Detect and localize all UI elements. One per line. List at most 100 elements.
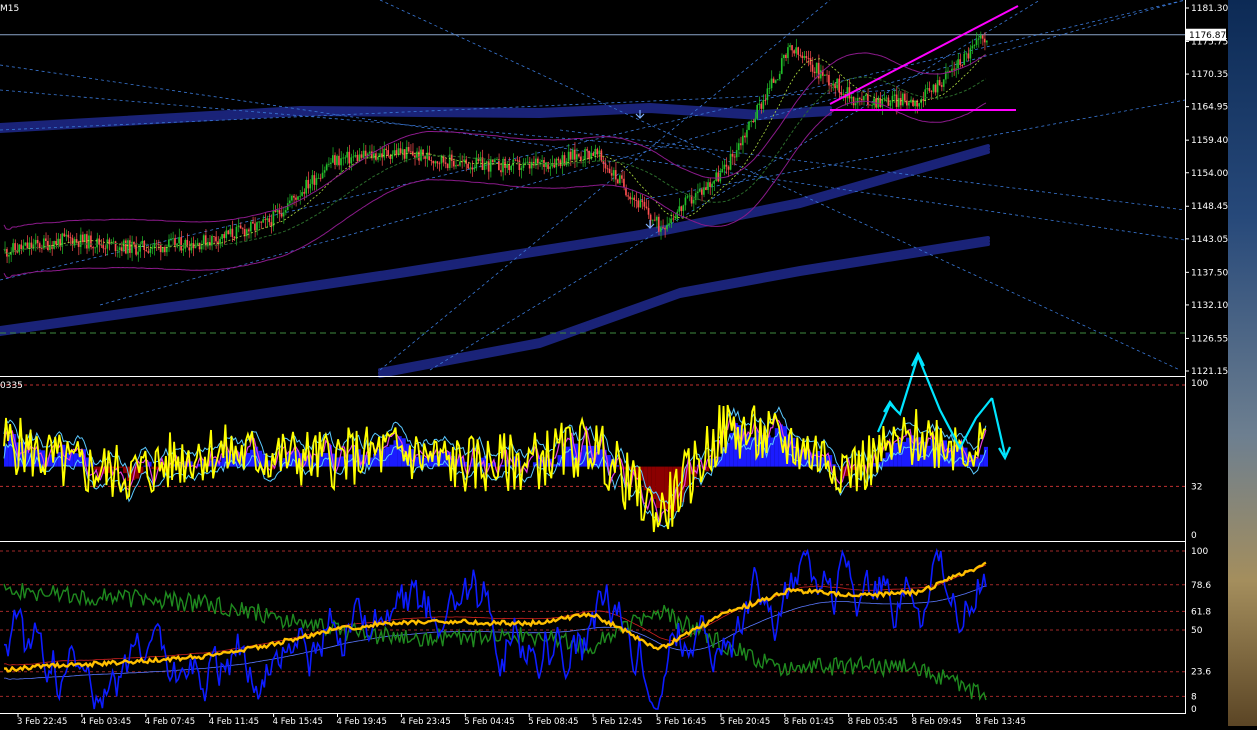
time-tick-label: 4 Feb 11:45 (209, 717, 259, 726)
osc-signal-lower (4, 432, 986, 528)
candle-body (324, 170, 326, 173)
candle-body (213, 236, 215, 237)
ind-tick-label: 0 (1191, 705, 1197, 715)
candle-body (346, 152, 348, 158)
candle-body (320, 178, 322, 179)
candle-body (931, 91, 933, 92)
histogram-bar (984, 447, 988, 467)
candle-body (80, 235, 82, 247)
candle-body (644, 202, 646, 207)
ind-tick-label: 78.6 (1191, 581, 1211, 591)
candle-body (853, 97, 855, 105)
candle-body (697, 192, 699, 194)
candle-body (957, 59, 959, 68)
candle-body (281, 214, 283, 217)
candle-body (717, 172, 719, 181)
candle-body (627, 195, 629, 196)
candle-body (145, 250, 147, 251)
ind-tick-label: 61.8 (1191, 607, 1211, 617)
candle-body (137, 252, 139, 255)
candle-body (340, 158, 342, 165)
candle-body (906, 101, 908, 106)
candle-body (574, 150, 576, 160)
candle-body (927, 88, 929, 89)
candle-body (133, 242, 135, 245)
candle-body (510, 166, 512, 170)
candle-body (555, 159, 557, 168)
candle-body (254, 224, 256, 231)
osc-indicator-label: 0335 (0, 381, 23, 391)
time-tick-label: 5 Feb 16:45 (656, 717, 706, 726)
candle-body (744, 136, 746, 138)
candle-body (332, 155, 334, 162)
candle-body (787, 47, 789, 58)
candle-body (918, 103, 920, 106)
candle-body (771, 79, 773, 89)
chart-svg[interactable]: M15 0335 1181.301175.751170.351164.95115… (0, 0, 1257, 726)
indicator-panel (0, 551, 1185, 709)
candle-body (260, 222, 262, 223)
candle-body (14, 243, 16, 250)
candle-body (404, 149, 406, 159)
candle-body (490, 159, 492, 171)
candle-body (824, 75, 826, 76)
candle-body (959, 59, 961, 65)
candle-body (55, 241, 57, 245)
candle-body (223, 234, 225, 238)
candle-body (158, 244, 160, 245)
candle-body (422, 150, 424, 156)
candle-body (143, 241, 145, 250)
candle-body (549, 166, 551, 169)
candle-body (631, 198, 633, 200)
candle-body (451, 155, 453, 161)
candle-body (100, 245, 102, 246)
candle-body (381, 153, 383, 157)
candle-body (812, 65, 814, 72)
candle-body (506, 164, 508, 168)
candle-body (842, 94, 844, 95)
candle-body (316, 178, 318, 185)
candle-body (678, 206, 680, 211)
candle-body (221, 234, 223, 239)
candle-body (789, 45, 791, 47)
candle-body (943, 79, 945, 86)
candle-body (695, 193, 697, 200)
time-tick-label: 4 Feb 19:45 (337, 717, 387, 726)
candle-body (236, 227, 238, 238)
candle-body (47, 241, 49, 250)
candle-body (414, 155, 416, 157)
candle-body (88, 235, 90, 248)
candle-body (377, 157, 379, 160)
candle-body (63, 233, 65, 236)
candle-body (160, 244, 162, 252)
candle-body (607, 168, 609, 169)
time-tick-label: 5 Feb 12:45 (592, 717, 642, 726)
candle-body (623, 179, 625, 188)
candle-body (935, 85, 937, 93)
candle-body (863, 96, 865, 100)
candle-body (355, 155, 357, 157)
candle-body (748, 122, 750, 130)
candle-body (613, 170, 615, 176)
candle-body (295, 198, 297, 200)
chart-area[interactable]: M15 0335 1181.301175.751170.351164.95115… (0, 0, 1257, 726)
candle-body (617, 179, 619, 183)
candle-body (592, 153, 594, 156)
candle-body (924, 89, 926, 100)
candle-body (937, 80, 939, 92)
candle-body (170, 239, 172, 240)
candle-body (117, 250, 119, 251)
candle-body (750, 121, 752, 122)
candle-body (902, 94, 904, 106)
candle-body (457, 165, 459, 166)
candle-body (469, 168, 471, 169)
candle-body (851, 97, 853, 99)
candle-body (519, 160, 521, 170)
candle-body (250, 222, 252, 232)
candle-body (148, 251, 150, 253)
price-tick-label: 1148.45 (1191, 202, 1228, 212)
osc-tick-label: 32 (1191, 482, 1202, 492)
candle-body (738, 143, 740, 150)
candle-body (910, 100, 912, 103)
candle-body (98, 239, 100, 245)
